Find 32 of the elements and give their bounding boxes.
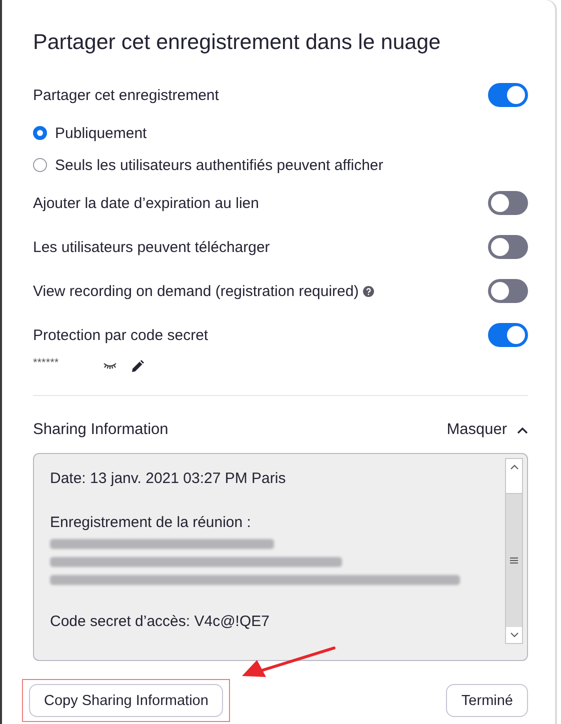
- toggle-switch[interactable]: [488, 323, 528, 347]
- closed-eye-icon[interactable]: [103, 362, 117, 370]
- radio-button[interactable]: [33, 126, 47, 140]
- radio-button[interactable]: [33, 158, 47, 172]
- radio-label: Seuls les utilisateurs authentifiés peuvent afficher: [55, 156, 384, 174]
- toggle-switch[interactable]: [488, 191, 528, 215]
- info-text: Date: 13 janv. 2021 03:27 PM Paris: [50, 469, 287, 489]
- pencil-icon[interactable]: [131, 360, 144, 372]
- section-title: Sharing Information: [33, 421, 168, 439]
- setting-label: Partager cet enregistrement: [33, 86, 219, 104]
- toggle-switch[interactable]: [488, 83, 528, 107]
- scroll-up-icon[interactable]: [510, 464, 518, 470]
- dialog-title: Partager cet enregistrement dans le nuage: [33, 30, 441, 55]
- grip-icon[interactable]: [510, 557, 518, 564]
- dialog-button[interactable]: Terminé: [446, 684, 528, 717]
- hide-button[interactable]: Masquer: [446, 421, 528, 439]
- radio-label: Publiquement: [55, 124, 147, 142]
- setting-label: Ajouter la date d’expiration au lien: [33, 194, 259, 212]
- dialog-button[interactable]: Copy Sharing Information: [29, 684, 224, 717]
- scrollbar[interactable]: [505, 458, 523, 644]
- info-text: Code secret d’accès: V4c@!QE7: [50, 612, 270, 632]
- toggle-switch[interactable]: [488, 235, 528, 259]
- help-icon[interactable]: [362, 286, 374, 296]
- setting-label: Protection par code secret: [33, 326, 208, 344]
- setting-label: Les utilisateurs peuvent télécharger: [33, 238, 270, 256]
- setting-label: View recording on demand (registration required): [33, 282, 359, 300]
- chevron-icon: [517, 426, 528, 434]
- info-text: Enregistrement de la réunion :: [50, 513, 252, 533]
- scroll-down-icon[interactable]: [510, 632, 518, 638]
- toggle-switch[interactable]: [488, 279, 528, 303]
- sharing-info-box[interactable]: Date: 13 janv. 2021 03:27 PM Paris Enregistrement de la réunion : Code secret d’accès: V4c@!QE7: [33, 453, 528, 661]
- password-text: ******: [33, 357, 60, 369]
